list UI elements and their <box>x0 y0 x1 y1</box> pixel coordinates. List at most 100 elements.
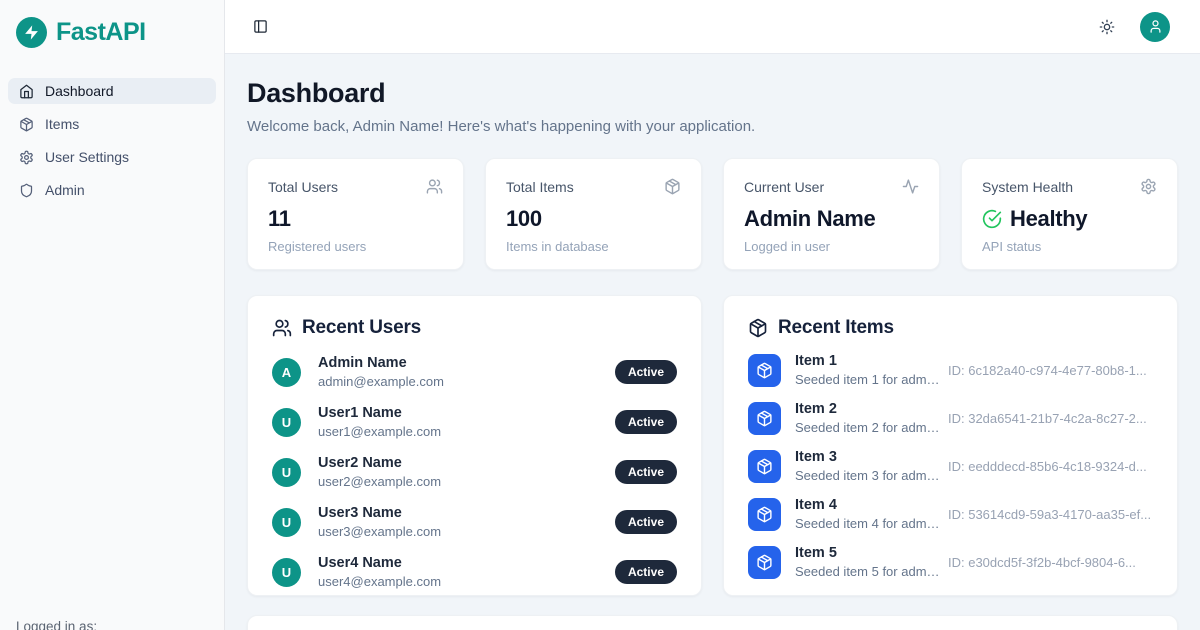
sun-icon <box>1099 19 1115 35</box>
sidebar: FastAPI Dashboard Items User Settings Ad… <box>0 0 225 630</box>
topbar <box>225 0 1200 54</box>
stat-label: Total Users <box>268 179 338 195</box>
stat-caption: API status <box>982 239 1157 254</box>
stat-card-current-user: Current User Admin Name Logged in user <box>723 158 940 270</box>
sidebar-item-items[interactable]: Items <box>8 111 216 137</box>
status-badge: Active <box>615 410 677 434</box>
stat-card-total-users: Total Users 11 Registered users <box>247 158 464 270</box>
panel-title: Recent Users <box>302 317 421 339</box>
user-list-item[interactable]: A Admin Name admin@example.com Active <box>272 355 677 389</box>
sidebar-item-label: User Settings <box>45 149 129 165</box>
brand-logo[interactable]: FastAPI <box>0 0 224 62</box>
user-list-item[interactable]: U User2 Name user2@example.com Active <box>272 455 677 489</box>
user-email: user4@example.com <box>318 574 441 589</box>
fastapi-bolt-icon <box>16 17 47 48</box>
stat-value: 11 <box>268 206 443 232</box>
item-id: ID: eedddecd-85b6-4c18-9324-d... <box>948 459 1153 474</box>
item-name: Item 4 <box>795 497 940 513</box>
item-description: Seeded item 5 for admin@exampl... <box>795 564 940 579</box>
gear-icon <box>1140 178 1157 195</box>
user-name: User2 Name <box>318 455 441 471</box>
user-email: user2@example.com <box>318 474 441 489</box>
package-icon <box>19 117 34 132</box>
item-list-item[interactable]: Item 4 Seeded item 4 for admin@exampl...… <box>748 497 1153 531</box>
sidebar-item-dashboard[interactable]: Dashboard <box>8 78 216 104</box>
item-list-item[interactable]: Item 1 Seeded item 1 for admin@exampl...… <box>748 353 1153 387</box>
sidebar-nav: Dashboard Items User Settings Admin <box>0 78 224 203</box>
status-badge: Active <box>615 560 677 584</box>
stat-label: Current User <box>744 179 824 195</box>
user-email: admin@example.com <box>318 374 444 389</box>
item-id: ID: 6c182a40-c974-4e77-80b8-1... <box>948 363 1153 378</box>
user-email: user3@example.com <box>318 524 441 539</box>
package-icon <box>748 402 781 435</box>
status-badge: Active <box>615 360 677 384</box>
user-list-item[interactable]: U User3 Name user3@example.com Active <box>272 505 677 539</box>
avatar: U <box>272 558 301 587</box>
sidebar-item-admin[interactable]: Admin <box>8 177 216 203</box>
home-icon <box>19 84 34 99</box>
brand-name: FastAPI <box>56 18 146 47</box>
stat-value: Healthy <box>1010 206 1087 232</box>
status-badge: Active <box>615 510 677 534</box>
recent-items-panel: Recent Items Item 1 Seeded item 1 for ad… <box>723 295 1178 596</box>
page-content: Dashboard Welcome back, Admin Name! Here… <box>225 54 1200 630</box>
stat-caption: Logged in user <box>744 239 919 254</box>
stat-label: Total Items <box>506 179 574 195</box>
item-list-item[interactable]: Item 3 Seeded item 3 for admin@exampl...… <box>748 449 1153 483</box>
user-avatar-button[interactable] <box>1140 12 1170 42</box>
item-id: ID: 32da6541-21b7-4c2a-8c27-2... <box>948 411 1153 426</box>
package-icon <box>748 318 768 338</box>
bottom-card <box>247 615 1178 630</box>
shield-icon <box>19 183 34 198</box>
user-name: User3 Name <box>318 505 441 521</box>
activity-icon <box>902 178 919 195</box>
item-name: Item 1 <box>795 353 940 369</box>
avatar: A <box>272 358 301 387</box>
stat-caption: Registered users <box>268 239 443 254</box>
panels-row: Recent Users A Admin Name admin@example.… <box>247 295 1178 596</box>
user-icon <box>1148 19 1163 34</box>
page-title: Dashboard <box>247 78 1178 109</box>
package-icon <box>664 178 681 195</box>
user-list-item[interactable]: U User1 Name user1@example.com Active <box>272 405 677 439</box>
avatar: U <box>272 508 301 537</box>
stat-card-total-items: Total Items 100 Items in database <box>485 158 702 270</box>
sidebar-item-label: Dashboard <box>45 83 114 99</box>
sidebar-item-label: Admin <box>45 182 85 198</box>
theme-toggle-button[interactable] <box>1099 19 1115 35</box>
panel-title: Recent Items <box>778 317 894 339</box>
item-list-item[interactable]: Item 2 Seeded item 2 for admin@exampl...… <box>748 401 1153 435</box>
gear-icon <box>19 150 34 165</box>
avatar: U <box>272 408 301 437</box>
stat-caption: Items in database <box>506 239 681 254</box>
item-description: Seeded item 1 for admin@exampl... <box>795 372 940 387</box>
panel-left-icon <box>253 19 268 34</box>
user-list-item[interactable]: U User4 Name user4@example.com Active <box>272 555 677 589</box>
stat-card-system-health: System Health Healthy API status <box>961 158 1178 270</box>
item-description: Seeded item 2 for admin@exampl... <box>795 420 940 435</box>
users-icon <box>272 318 292 338</box>
user-name: Admin Name <box>318 355 444 371</box>
item-name: Item 5 <box>795 545 940 561</box>
package-icon <box>748 546 781 579</box>
package-icon <box>748 498 781 531</box>
check-circle-icon <box>982 209 1002 229</box>
sidebar-toggle-button[interactable] <box>253 19 268 34</box>
item-description: Seeded item 4 for admin@exampl... <box>795 516 940 531</box>
main-area: Dashboard Welcome back, Admin Name! Here… <box>225 0 1200 630</box>
user-name: User1 Name <box>318 405 441 421</box>
item-name: Item 3 <box>795 449 940 465</box>
stat-value: Admin Name <box>744 206 919 232</box>
item-id: ID: e30dcd5f-3f2b-4bcf-9804-6... <box>948 555 1153 570</box>
sidebar-item-label: Items <box>45 116 79 132</box>
item-description: Seeded item 3 for admin@exampl... <box>795 468 940 483</box>
avatar: U <box>272 458 301 487</box>
users-icon <box>426 178 443 195</box>
logged-in-as-label: Logged in as: <box>0 619 224 630</box>
user-name: User4 Name <box>318 555 441 571</box>
sidebar-item-user-settings[interactable]: User Settings <box>8 144 216 170</box>
user-email: user1@example.com <box>318 424 441 439</box>
item-list-item[interactable]: Item 5 Seeded item 5 for admin@exampl...… <box>748 545 1153 579</box>
item-id: ID: 53614cd9-59a3-4170-aa35-ef... <box>948 507 1153 522</box>
